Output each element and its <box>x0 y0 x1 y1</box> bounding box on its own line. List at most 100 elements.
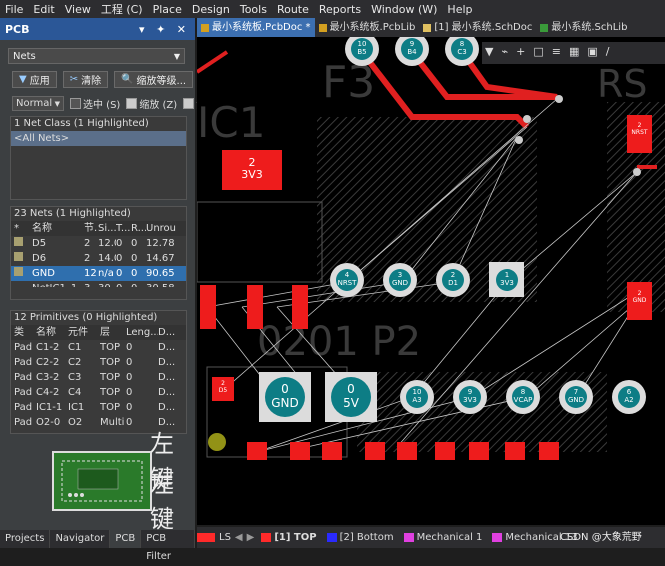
menu-view[interactable]: View <box>60 3 96 16</box>
menu-project[interactable]: 工程 (C) <box>96 1 148 17</box>
pad-num: 2 <box>450 271 456 279</box>
col-name[interactable]: 名称 <box>36 325 68 340</box>
menu-edit[interactable]: Edit <box>28 3 59 16</box>
layer-tab-bottom[interactable]: [2] Bottom <box>324 532 397 543</box>
dimension-icon[interactable]: / <box>606 45 610 58</box>
col-name[interactable]: 名称 <box>32 221 84 236</box>
prim-layer: TOP <box>100 357 121 368</box>
pcblib-file-icon <box>318 23 327 32</box>
table-row[interactable]: D5 2 12.0 0 0 12.78 <box>11 236 186 251</box>
col-d[interactable]: D... <box>158 325 178 340</box>
tab-pcb-filter[interactable]: PCB Filter <box>141 530 195 562</box>
prim-layer: TOP <box>100 387 121 398</box>
pcb-panel: PCB ▾ ✦ ✕ Nets ▼ ▼ 应用 ✂ 清除 🔍 缩放等级... Nor… <box>0 18 206 533</box>
ls-button[interactable]: LS <box>219 532 231 543</box>
net-class-item[interactable]: <All Nets> <box>11 131 186 146</box>
col-r[interactable]: R... <box>131 221 146 236</box>
pad-num: 10 <box>357 40 367 48</box>
table-row[interactable]: Pad C3-2 C3 TOP 0 D... <box>11 370 186 385</box>
select-checkbox[interactable]: 选中 (S) <box>70 96 120 111</box>
net-unrouted: 90.65 <box>146 268 175 279</box>
menu-route[interactable]: Route <box>272 3 314 16</box>
col-component[interactable]: 元件 <box>68 325 100 340</box>
nav-right-icon[interactable]: ▶ <box>247 532 255 543</box>
table-row[interactable]: NetIC1_1 3 30 0 0 30.58 <box>11 281 186 287</box>
clear-button[interactable]: ✂ 清除 <box>62 71 109 88</box>
apply-button[interactable]: ▼ 应用 <box>12 71 57 88</box>
current-layer-swatch[interactable] <box>197 533 215 542</box>
filter-icon[interactable]: ▼ <box>485 45 493 58</box>
layer-color-swatch <box>261 533 272 542</box>
menu-file[interactable]: File <box>0 3 28 16</box>
schlib-file-icon <box>540 23 549 32</box>
table-row[interactable]: Pad C4-2 C4 TOP 0 D... <box>11 385 186 400</box>
prim-name: C1-2 <box>36 342 60 353</box>
col-t[interactable]: T... <box>116 221 131 236</box>
pad-label: 3 GND <box>385 271 415 287</box>
tab-schlib[interactable]: 最小系统.SchLib <box>536 18 631 37</box>
col-unrouted[interactable]: Unrou <box>146 221 176 236</box>
prim-component: C3 <box>68 372 82 383</box>
pad-label: 2 D5 <box>212 380 234 394</box>
pad-num: 2 <box>637 290 642 297</box>
prim-name: C2-2 <box>36 357 60 368</box>
net-nodes: 2 <box>84 253 91 264</box>
action-buttons: ▼ 应用 ✂ 清除 🔍 缩放等级... <box>12 71 194 88</box>
table-row[interactable]: Pad C2-2 C2 TOP 0 D... <box>11 355 186 370</box>
tab-pcb[interactable]: PCB <box>110 530 142 548</box>
add-icon[interactable]: + <box>516 45 525 58</box>
menu-tools[interactable]: Tools <box>235 3 272 16</box>
pad-net: 3V3 <box>241 168 263 181</box>
layer-tab-top[interactable]: [1] TOP <box>258 532 319 543</box>
table-row[interactable]: D6 2 14.0 0 0 14.67 <box>11 251 186 266</box>
menu-design[interactable]: Design <box>187 3 235 16</box>
tab-projects[interactable]: Projects <box>0 530 51 548</box>
pad-net: B5 <box>357 48 367 56</box>
prim-length: 0 <box>126 342 133 353</box>
pad-label: 0 5V <box>325 382 377 410</box>
col-length[interactable]: Leng... <box>126 325 158 340</box>
prim-d: D... <box>158 342 176 353</box>
table-row[interactable]: Pad C1-2 C1 TOP 0 D... <box>11 340 186 355</box>
col-signal[interactable]: Si... <box>98 221 116 236</box>
tab-pcbdoc[interactable]: 最小系统板.PcbDoc * <box>197 18 315 37</box>
tab-navigator[interactable]: Navigator <box>50 530 111 548</box>
pad-label: 10 A3 <box>402 388 432 404</box>
net-color-icon <box>11 251 32 266</box>
zoom-level-button[interactable]: 🔍 缩放等级... <box>114 71 194 88</box>
layer-label: [2] Bottom <box>339 532 394 543</box>
board-thumbnail[interactable] <box>52 451 152 511</box>
col-nodes[interactable]: 节... <box>84 221 98 236</box>
menu-window[interactable]: Window (W) <box>366 3 442 16</box>
table-row[interactable]: GND 12 n/a 0 0 90.65 <box>11 266 186 281</box>
prim-type: Pad <box>14 342 33 353</box>
zoom-checkbox[interactable]: 缩放 (Z) <box>126 96 177 111</box>
col-star[interactable]: * <box>11 221 32 236</box>
pad-net: 3V3 <box>500 279 514 287</box>
menu-place[interactable]: Place <box>148 3 187 16</box>
prim-d: D... <box>158 402 176 413</box>
select-rect-icon[interactable]: □ <box>533 45 543 58</box>
filter-select[interactable]: Nets ▼ <box>8 48 185 64</box>
col-type[interactable]: 类 <box>11 325 36 340</box>
align-icon[interactable]: ≡ <box>552 45 561 58</box>
tab-schdoc[interactable]: [1] 最小系统.SchDoc <box>419 18 536 37</box>
pcb-canvas[interactable]: IC1 F3 0201 P2 RS ▼ ⌁ + □ ≡ ▦ ▣ / 2 3V3 … <box>197 37 665 525</box>
col-layer[interactable]: 层 <box>100 325 126 340</box>
prim-d: D... <box>158 387 176 398</box>
menu-reports[interactable]: Reports <box>314 3 366 16</box>
route-icon[interactable]: ⌁ <box>501 45 508 58</box>
table-row[interactable]: Pad IC1-1 IC1 TOP 0 D... <box>11 400 186 415</box>
nav-left-icon[interactable]: ◀ <box>235 532 243 543</box>
panel-controls[interactable]: ▾ ✦ ✕ <box>139 23 190 36</box>
mode-select[interactable]: Normal ▼ <box>12 96 64 111</box>
prim-component: C1 <box>68 342 82 353</box>
grid-icon[interactable]: ▦ <box>569 45 579 58</box>
primitives-header: 12 Primitives (0 Highlighted) <box>14 312 158 323</box>
prim-component: O2 <box>68 417 83 428</box>
component-icon[interactable]: ▣ <box>587 45 597 58</box>
layer-tab-mechanical-1[interactable]: Mechanical 1 <box>401 532 486 543</box>
menu-help[interactable]: Help <box>442 3 477 16</box>
prim-layer: TOP <box>100 342 121 353</box>
tab-pcblib[interactable]: 最小系统板.PcbLib <box>315 18 420 37</box>
